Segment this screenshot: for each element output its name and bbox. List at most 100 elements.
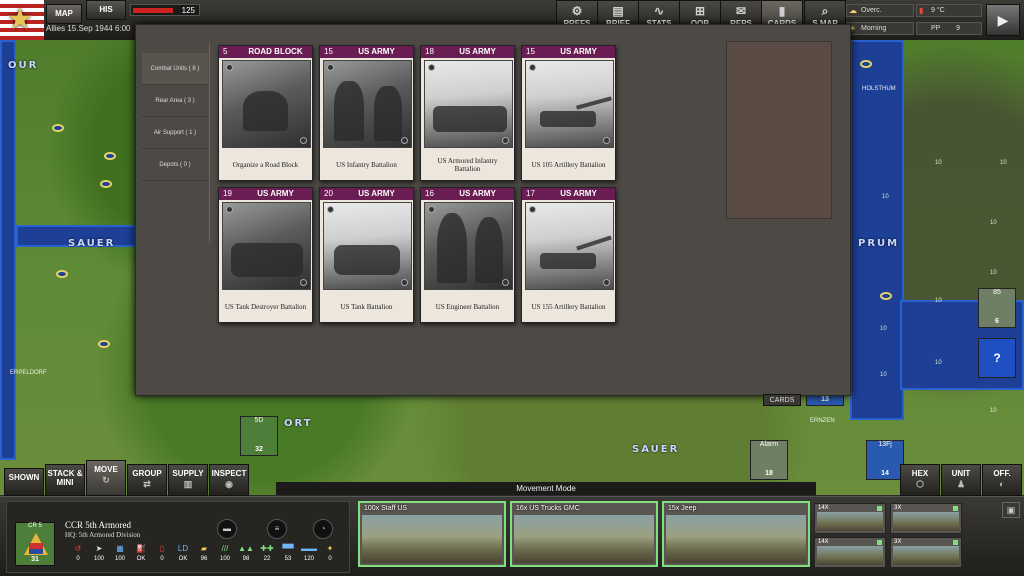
soldier-icon: ♟: [956, 479, 966, 489]
category-air-support[interactable]: Air Support ( 1 ): [142, 117, 208, 149]
card-us-tank-battalion[interactable]: 20 US ARMY US Tank Battalion: [319, 187, 414, 323]
unit-counter-unknown[interactable]: ?: [978, 338, 1016, 378]
shown-button[interactable]: SHOWN: [4, 468, 44, 496]
victory-points-bar: 125: [130, 4, 200, 16]
card-us-armored-infantry-battalion[interactable]: 18 US ARMY US Armored Infantry Battalion: [420, 45, 515, 181]
objective-marker: [100, 180, 112, 188]
card-photo: [525, 60, 614, 148]
unit-stat: ▲▲ 98: [237, 544, 255, 562]
reports-icon: ✉: [735, 4, 747, 18]
end-turn-button[interactable]: ▶: [986, 4, 1020, 36]
unit-stat-value: 0: [160, 556, 164, 562]
card-header: 17 US ARMY: [522, 188, 615, 200]
hexagon-icon: ⬡: [916, 479, 924, 489]
category-rear-area[interactable]: Rear Area ( 3 ): [142, 85, 208, 117]
hex-value: 10: [882, 194, 889, 200]
category-combat-units[interactable]: Combat Units ( 8 ): [142, 53, 208, 85]
category-depots[interactable]: Depots ( 0 ): [142, 149, 208, 181]
hex-toggle-button[interactable]: HEX ⬡: [900, 464, 940, 496]
map-label-sauer-south: SAUER: [632, 444, 680, 455]
supply-mode-button[interactable]: SUPPLY ▥: [168, 464, 208, 496]
card-cost: 19: [223, 189, 232, 198]
side-and-date: Allies 15.Sep 1944 6:00: [46, 24, 131, 33]
subunit-staff[interactable]: 100x Staff US: [358, 501, 506, 567]
group-mode-button[interactable]: GROUP ⇄: [127, 464, 167, 496]
move-mode-button[interactable]: MOVE ↻: [86, 460, 126, 496]
stack-mini-button[interactable]: STACK & MINI: [45, 464, 85, 496]
objective-marker: [52, 124, 64, 132]
mini-unit[interactable]: 14X: [814, 503, 886, 534]
card-cost: 20: [324, 189, 333, 198]
unit-hq: HQ: 5th Armored Division: [65, 531, 141, 539]
unit-counter-85[interactable]: 85 6: [978, 288, 1016, 328]
unit-counter-5d[interactable]: 5D 32: [240, 416, 278, 456]
card-photo: [222, 202, 311, 290]
card-faction: US ARMY: [560, 189, 597, 198]
hex-value: 10: [880, 326, 887, 332]
mini-unit[interactable]: 3X: [890, 537, 962, 568]
subunit-label: 100x Staff US: [364, 505, 408, 512]
unit-stat-value: 0: [76, 556, 80, 562]
inspect-mode-button[interactable]: INSPECT ◉: [209, 464, 249, 496]
objective-marker: [56, 270, 68, 278]
unit-stat-value: 120: [303, 556, 314, 562]
cards-panel: Combat Units ( 8 ) Rear Area ( 3 ) Air S…: [135, 24, 851, 396]
card-title: US Engineer Battalion: [435, 303, 500, 311]
unit-stat-value: 0: [328, 556, 332, 562]
mini-unit[interactable]: 14X: [814, 537, 886, 568]
subunit-photo: [514, 515, 654, 563]
gear-icon: ⚙: [571, 4, 583, 18]
unit-info-bar: CR 5 31 CCR 5th Armored HQ: 5th Armored …: [0, 496, 1024, 576]
panel-toggle-button[interactable]: ▣: [1002, 502, 1020, 518]
subunit-trucks[interactable]: 16x US Trucks GMC: [510, 501, 658, 567]
weapon-type-icon[interactable]: ≡: [267, 519, 287, 539]
card-us-tank-destroyer-battalion[interactable]: 19 US ARMY US Tank Destroyer Battalion: [218, 187, 313, 323]
card-category-list: Combat Units ( 8 ) Rear Area ( 3 ) Air S…: [142, 53, 208, 181]
card-us-engineer-battalion[interactable]: 16 US ARMY US Engineer Battalion: [420, 187, 515, 323]
unit-badge[interactable]: CR 5 31: [15, 522, 55, 566]
prestige-points: PP 9: [916, 22, 982, 35]
unit-stat-value: 98: [242, 556, 250, 562]
card-faction: US ARMY: [560, 47, 597, 56]
card-photo: [424, 202, 513, 290]
card-title: Organize a Road Block: [232, 161, 299, 169]
card-cost: 15: [526, 47, 535, 56]
inspect-icon: ◉: [225, 479, 233, 489]
readiness-icon: ➤: [95, 544, 103, 553]
card-us-105-artillery-battalion[interactable]: 15 US ARMY US 105 Artillery Battalion: [521, 45, 616, 181]
victory-points-fill: [133, 8, 173, 13]
mini-unit[interactable]: 3X: [890, 503, 962, 534]
card-header: 19 US ARMY: [219, 188, 312, 200]
unit-stat-value: 96: [200, 556, 208, 562]
card-faction: US ARMY: [358, 189, 395, 198]
card-photo: [323, 60, 412, 148]
card-road-block[interactable]: 5 ROAD BLOCK Organize a Road Block: [218, 45, 313, 181]
card-header: 18 US ARMY: [421, 46, 514, 58]
strategic-map-icon: ⌕: [821, 4, 829, 18]
card-title: US 105 Artillery Battalion: [531, 161, 606, 169]
off-toggle-button[interactable]: OFF. ◐: [982, 464, 1022, 496]
unit-strength: 31: [31, 556, 39, 563]
tab-map[interactable]: MAP: [46, 4, 82, 24]
subunit-jeep[interactable]: 15x Jeep: [662, 501, 810, 567]
weather-condition: ☁ Overc.: [846, 4, 914, 17]
objective-marker: [880, 292, 892, 300]
us-flag-emblem: ★: [0, 0, 44, 40]
subunit-label: 16x US Trucks GMC: [516, 505, 580, 512]
map-label-sauer-west: SAUER: [68, 238, 116, 249]
thermometer-icon: ▮: [919, 6, 924, 15]
time-of-day: ☀ Morning: [846, 22, 914, 35]
tank-type-icon[interactable]: ▬: [217, 519, 237, 539]
card-us-infantry-battalion[interactable]: 15 US ARMY US Infantry Battalion: [319, 45, 414, 181]
map-label-ort: ORT: [284, 418, 313, 429]
card-header: 20 US ARMY: [320, 188, 413, 200]
tab-his[interactable]: HIS: [86, 0, 126, 20]
hard-attack-icon: ✚✚: [260, 544, 274, 553]
card-us-155-artillery-battalion[interactable]: 17 US ARMY US 155 Artillery Battalion: [521, 187, 616, 323]
action-icon: ✦: [326, 544, 334, 553]
unit-toggle-button[interactable]: UNIT ♟: [941, 464, 981, 496]
objective-marker: [860, 60, 872, 68]
cards-tab[interactable]: CARDS: [763, 394, 801, 406]
subunit-label: 15x Jeep: [668, 505, 697, 512]
cards-icon: ▮: [778, 4, 786, 18]
